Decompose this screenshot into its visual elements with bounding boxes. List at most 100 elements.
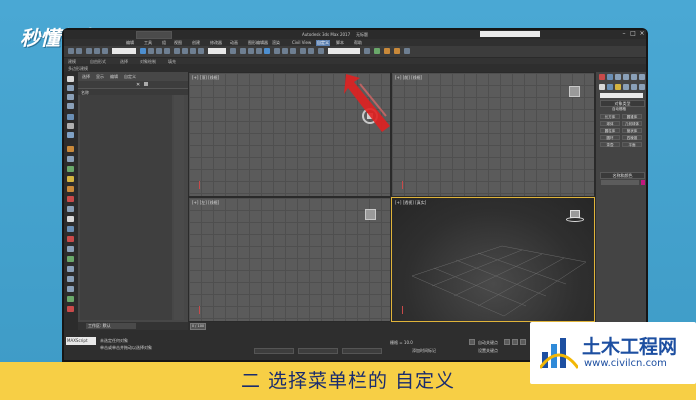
rotate-icon[interactable] [182, 48, 188, 54]
pyramid-button[interactable]: 四棱锥 [622, 135, 642, 140]
geosphere-button[interactable]: 几何球体 [622, 121, 642, 126]
select-by-name-icon[interactable] [148, 48, 154, 54]
workspace-select[interactable] [136, 31, 172, 39]
undo-icon[interactable] [68, 48, 74, 54]
collapse-icon[interactable] [67, 286, 74, 292]
viewcube-perspective[interactable] [566, 210, 584, 222]
tube-button[interactable]: 管状体 [622, 128, 642, 133]
render-production-icon[interactable] [394, 48, 400, 54]
time-slider[interactable]: 0 / 100 [190, 323, 206, 330]
viewcube-front[interactable] [569, 86, 580, 97]
x-coord-field[interactable] [254, 348, 294, 354]
maximize-icon[interactable]: □ [629, 31, 637, 37]
pivot-icon[interactable] [230, 48, 236, 54]
display-icon[interactable] [67, 94, 74, 100]
layer-explorer-icon[interactable] [300, 48, 306, 54]
create-panel-icon[interactable] [599, 74, 605, 80]
angle-snap-icon[interactable] [248, 48, 254, 54]
hierarchy-panel-icon[interactable] [615, 74, 621, 80]
play-icon[interactable] [520, 339, 526, 345]
sync-icon[interactable] [67, 296, 74, 302]
tab-edit[interactable]: 编辑 [110, 74, 118, 80]
torus-button[interactable]: 圆环 [600, 135, 620, 140]
shape-icon[interactable] [67, 156, 74, 162]
light-icon[interactable] [67, 123, 74, 129]
minimize-icon[interactable]: – [620, 31, 628, 37]
spacewarps-icon[interactable] [639, 84, 645, 90]
group-icon[interactable] [67, 216, 74, 222]
box-button[interactable]: 长方体 [600, 114, 620, 119]
name-color-header[interactable]: 名称和颜色 [600, 172, 645, 179]
shapes-icon[interactable] [607, 84, 613, 90]
move-icon[interactable] [174, 48, 180, 54]
auto-key-icon[interactable] [469, 339, 475, 345]
object-category-select[interactable] [600, 93, 643, 98]
selection-filter[interactable] [112, 48, 136, 54]
hierarchy-icon[interactable] [67, 103, 74, 109]
xref-icon[interactable] [67, 226, 74, 232]
unlink-icon[interactable] [94, 48, 100, 54]
viewport-label[interactable]: [+] [左] [线框] [192, 200, 219, 206]
utilities-panel-icon[interactable] [639, 74, 645, 80]
geometry-icon[interactable] [67, 146, 74, 152]
curve-editor-icon[interactable] [318, 48, 324, 54]
find-icon[interactable] [67, 266, 74, 272]
modify-panel-icon[interactable] [607, 74, 613, 80]
mirror-icon[interactable] [282, 48, 288, 54]
motion-panel-icon[interactable] [623, 74, 629, 80]
y-coord-field[interactable] [298, 348, 338, 354]
render-frame-icon[interactable] [384, 48, 390, 54]
auto-grid-label[interactable]: 自动栅格 [612, 107, 626, 112]
viewport-label[interactable]: [+] [顶] [线框] [192, 75, 219, 81]
add-time-tag[interactable]: 添加时间标记 [412, 348, 436, 354]
scene-object-list[interactable] [80, 95, 172, 320]
align-icon[interactable] [290, 48, 296, 54]
ribbon-toggle-icon[interactable] [308, 48, 314, 54]
snap-icon[interactable] [240, 48, 246, 54]
geometry-icon[interactable] [599, 84, 605, 90]
filter-icon[interactable] [67, 132, 74, 138]
cameras-icon[interactable] [623, 84, 629, 90]
tab-display[interactable]: 显示 [96, 74, 104, 80]
select-object-icon[interactable] [140, 48, 146, 54]
teapot-button[interactable]: 茶壶 [600, 142, 620, 147]
viewcube-left[interactable] [365, 209, 376, 220]
window-crossing-icon[interactable] [164, 48, 170, 54]
scale-icon[interactable] [190, 48, 196, 54]
display-panel-icon[interactable] [631, 74, 637, 80]
bind-space-warp-icon[interactable] [102, 48, 108, 54]
isolate-icon[interactable] [67, 306, 74, 312]
object-color-swatch[interactable] [641, 180, 645, 185]
object-name-input[interactable] [601, 180, 639, 185]
spinner-snap-icon[interactable] [264, 48, 270, 54]
z-coord-field[interactable] [342, 348, 382, 354]
system-icon[interactable] [67, 186, 74, 192]
viewport-perspective[interactable]: [+] [透视] [真实] [391, 197, 595, 322]
object-type-header[interactable]: 对象类型 [600, 100, 645, 107]
maxscript-listener[interactable]: MAXScript [66, 337, 96, 345]
camera-icon[interactable] [67, 114, 74, 120]
viewport-front[interactable]: [+] [前] [线框] [391, 72, 595, 197]
workspace-dropdown[interactable]: 工作区: 默认 [86, 323, 136, 329]
viewport-left[interactable]: [+] [左] [线框] [188, 197, 391, 322]
set-key-label[interactable]: 设置关键点 [478, 348, 498, 354]
tab-select[interactable]: 选择 [82, 74, 90, 80]
pin-icon[interactable] [144, 82, 148, 86]
percent-snap-icon[interactable] [256, 48, 262, 54]
create-icon[interactable] [67, 76, 74, 82]
expand-icon[interactable] [67, 276, 74, 282]
cone-button[interactable]: 圆锥体 [622, 114, 642, 119]
menu-civil-view[interactable]: Civil View [292, 40, 311, 45]
plane-button[interactable]: 平面 [622, 142, 642, 147]
redo-icon[interactable] [76, 48, 82, 54]
spacewarp-icon[interactable] [67, 176, 74, 182]
render-setup-icon[interactable] [374, 48, 380, 54]
auto-key-label[interactable]: 自动关键点 [478, 340, 498, 346]
freeze-icon[interactable] [67, 236, 74, 242]
search-input[interactable] [480, 31, 540, 37]
sort-icon[interactable] [67, 256, 74, 262]
rect-select-icon[interactable] [156, 48, 162, 54]
lights-icon[interactable] [615, 84, 621, 90]
helpers-icon[interactable] [631, 84, 637, 90]
render-cloud-icon[interactable] [404, 48, 410, 54]
